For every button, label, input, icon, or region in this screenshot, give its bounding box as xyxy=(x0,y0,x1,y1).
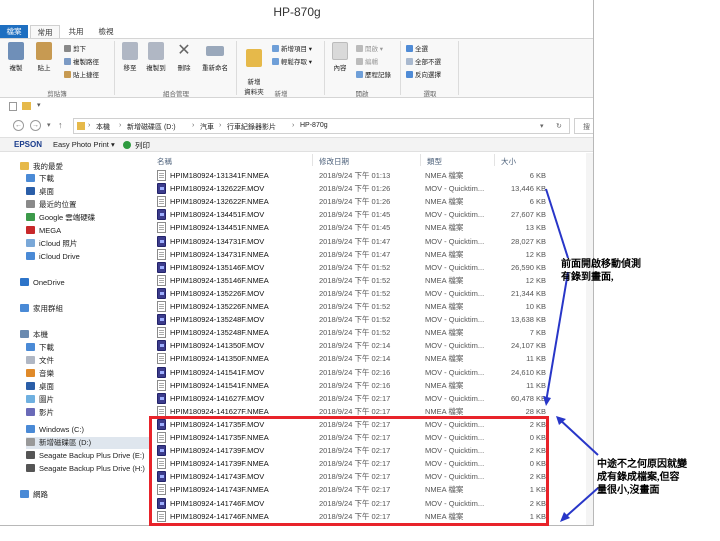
arrowhead xyxy=(543,396,551,406)
arrow-line xyxy=(545,271,569,403)
annotation-note-bottom: 中途不之何原因就變 成有錄成檔案,但容 量很小,沒畫面 xyxy=(597,459,687,496)
arrow-line xyxy=(545,188,569,259)
arrow-line xyxy=(557,417,599,456)
annotation-note-top: 前面開啟移動偵測 有錄到畫面, xyxy=(561,259,641,283)
arrow-line xyxy=(561,487,599,521)
